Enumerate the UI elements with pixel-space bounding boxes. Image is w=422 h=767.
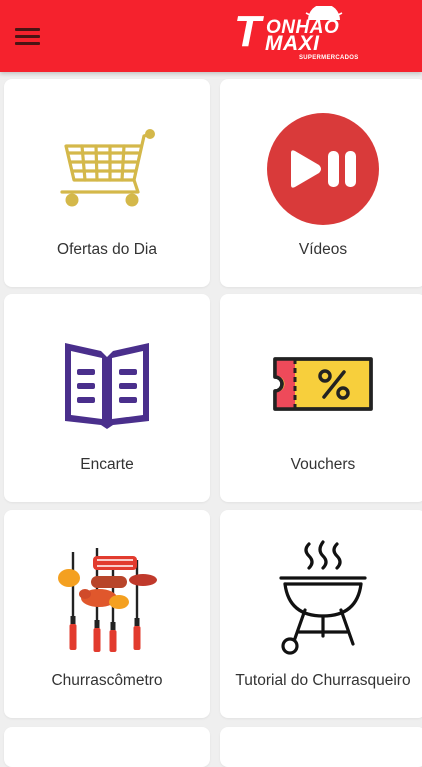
hamburger-menu-icon[interactable] (12, 22, 44, 50)
card-vouchers[interactable]: Vouchers (220, 294, 422, 502)
card-label: Tutorial do Churrasqueiro (235, 672, 411, 689)
voucher-ticket-icon (220, 334, 422, 434)
book-icon (4, 334, 210, 434)
card-label: Ofertas do Dia (57, 241, 157, 258)
card-tutorial-churrasqueiro[interactable]: Tutorial do Churrasqueiro (220, 510, 422, 718)
card-next-left[interactable] (4, 727, 210, 767)
logo-line-2: MAXI (265, 32, 320, 55)
play-pause-icon (220, 113, 422, 225)
barbecue-skewers-icon (4, 546, 210, 654)
card-ofertas-do-dia[interactable]: Ofertas do Dia (4, 79, 210, 287)
card-label: Vídeos (298, 241, 348, 258)
card-label: Churrascômetro (51, 672, 163, 689)
card-label: Vouchers (290, 456, 356, 473)
card-videos[interactable]: Vídeos (220, 79, 422, 287)
card-encarte[interactable]: Encarte (4, 294, 210, 502)
card-label: Encarte (80, 456, 134, 473)
top-app-bar: T ONHÃO MAXI SUPERMERCADOS (0, 0, 422, 72)
logo-subtitle: SUPERMERCADOS (299, 55, 359, 61)
card-churrascometro[interactable]: Churrascômetro (4, 510, 210, 718)
card-next-right[interactable] (220, 727, 422, 767)
grill-icon (220, 540, 422, 656)
tonhao-maxi-logo: T ONHÃO MAXI SUPERMERCADOS (232, 6, 360, 64)
logo-letter: T (234, 7, 261, 56)
shopping-cart-icon (4, 119, 210, 219)
